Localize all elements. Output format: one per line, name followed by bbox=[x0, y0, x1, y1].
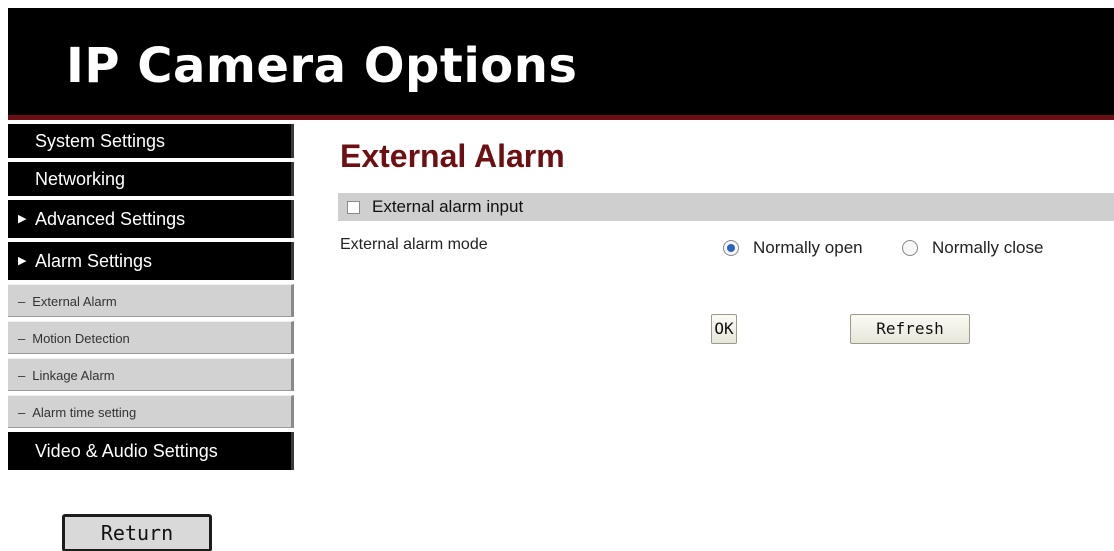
sidebar-subitem-label: Alarm time setting bbox=[32, 405, 137, 420]
sidebar-subitem-motion-detection[interactable]: – Motion Detection bbox=[8, 321, 294, 354]
sidebar-item-advanced-settings[interactable]: ▶ Advanced Settings bbox=[8, 200, 294, 238]
ok-button[interactable]: OK bbox=[711, 314, 737, 344]
dash-icon: – bbox=[18, 294, 26, 309]
page-title: External Alarm bbox=[340, 138, 565, 174]
alarm-input-row: External alarm input bbox=[338, 193, 1114, 221]
dash-icon: – bbox=[18, 331, 26, 346]
sidebar-item-networking[interactable]: Networking bbox=[8, 162, 294, 196]
normally-open-radio[interactable] bbox=[723, 240, 739, 256]
sidebar-item-label: Alarm Settings bbox=[35, 251, 153, 271]
normally-open-label: Normally open bbox=[753, 238, 863, 257]
alarm-mode-label: External alarm mode bbox=[340, 236, 488, 253]
arrow-right-icon: ▶ bbox=[18, 213, 27, 225]
normally-close-radio[interactable] bbox=[902, 240, 918, 256]
arrow-right-icon: ▶ bbox=[18, 255, 27, 267]
external-alarm-input-label: External alarm input bbox=[372, 197, 524, 216]
sidebar-subitem-linkage-alarm[interactable]: – Linkage Alarm bbox=[8, 358, 294, 391]
external-alarm-input-checkbox[interactable] bbox=[347, 201, 360, 214]
page-header-title: IP Camera Options bbox=[66, 38, 578, 94]
sidebar-subitem-label: Motion Detection bbox=[32, 331, 130, 346]
return-button[interactable]: Return bbox=[62, 514, 212, 551]
normally-close-label: Normally close bbox=[932, 238, 1044, 257]
header: IP Camera Options bbox=[8, 8, 1114, 120]
refresh-button[interactable]: Refresh bbox=[850, 314, 970, 344]
sidebar-subitem-alarm-time-setting[interactable]: – Alarm time setting bbox=[8, 395, 294, 428]
sidebar-subitem-label: External Alarm bbox=[32, 294, 117, 309]
sidebar-item-label: System Settings bbox=[35, 131, 166, 151]
sidebar-item-video-audio-settings[interactable]: Video & Audio Settings bbox=[8, 432, 294, 470]
sidebar-subitem-label: Linkage Alarm bbox=[32, 368, 115, 383]
sidebar: System Settings Networking ▶ Advanced Se… bbox=[8, 124, 294, 474]
sidebar-item-label: Advanced Settings bbox=[35, 209, 186, 229]
dash-icon: – bbox=[18, 368, 26, 383]
dash-icon: – bbox=[18, 405, 26, 420]
sidebar-subitem-external-alarm[interactable]: – External Alarm bbox=[8, 284, 294, 317]
sidebar-item-system-settings[interactable]: System Settings bbox=[8, 124, 294, 158]
sidebar-item-label: Networking bbox=[35, 169, 126, 189]
sidebar-item-alarm-settings[interactable]: ▶ Alarm Settings bbox=[8, 242, 294, 280]
sidebar-item-label: Video & Audio Settings bbox=[35, 441, 218, 461]
